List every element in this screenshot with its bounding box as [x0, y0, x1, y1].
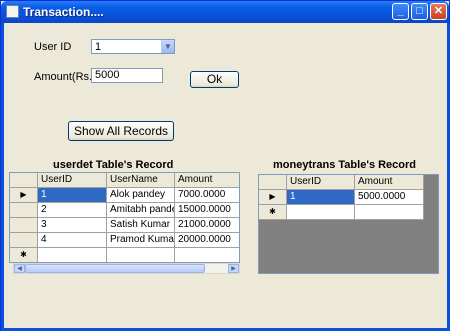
scroll-right-icon[interactable]: ▶ [228, 264, 239, 273]
grid-corner-header [10, 173, 38, 188]
moneytrans-grid-title: moneytrans Table's Record [273, 159, 417, 171]
amount-label: Amount(Rs.) [34, 71, 96, 83]
table-cell[interactable]: 2 [38, 203, 107, 218]
row-header[interactable] [10, 233, 38, 248]
window-frame-left [1, 23, 4, 331]
table-cell[interactable]: 7000.0000 [175, 188, 239, 203]
table-cell[interactable]: 15000.0000 [175, 203, 239, 218]
transaction-window: Transaction.... _ □ ✕ User ID 1 ▼ Amount… [0, 0, 450, 331]
table-cell[interactable]: 4 [38, 233, 107, 248]
new-row-cell[interactable] [287, 205, 355, 220]
horizontal-scrollbar[interactable]: ◀ ▶ [13, 263, 240, 274]
new-row-cell[interactable] [175, 248, 239, 262]
table-cell[interactable]: Alok pandey [107, 188, 175, 203]
new-row-icon[interactable]: ✱ [10, 248, 38, 262]
table-cell[interactable]: 20000.0000 [175, 233, 239, 248]
userid-label: User ID [34, 41, 72, 53]
table-cell[interactable]: Pramod Kumar [107, 233, 175, 248]
column-header[interactable]: UserID [38, 173, 107, 188]
ok-button[interactable]: Ok [190, 71, 239, 88]
current-row-icon[interactable]: ▶ [10, 188, 38, 203]
column-header[interactable]: Amount [175, 173, 239, 188]
column-header[interactable]: Amount [355, 175, 424, 190]
new-row-cell[interactable] [107, 248, 175, 262]
current-row-icon[interactable]: ▶ [259, 190, 287, 205]
table-cell[interactable]: 5000.0000 [355, 190, 424, 205]
userdet-grid[interactable]: UserID UserName Amount ▶ 1 Alok pandey 7… [9, 172, 240, 263]
column-header[interactable]: UserID [287, 175, 355, 190]
close-button[interactable]: ✕ [430, 3, 447, 20]
new-row-cell[interactable] [38, 248, 107, 262]
new-row-cell[interactable] [355, 205, 424, 220]
app-icon [6, 5, 19, 18]
table-cell[interactable]: 21000.0000 [175, 218, 239, 233]
show-all-records-button[interactable]: Show All Records [68, 121, 174, 141]
table-cell[interactable]: Amitabh pandey [107, 203, 175, 218]
minimize-button[interactable]: _ [392, 3, 409, 20]
userid-select[interactable]: 1 ▼ [91, 39, 175, 54]
new-row-icon[interactable]: ✱ [259, 205, 287, 220]
scroll-left-icon[interactable]: ◀ [14, 264, 25, 273]
column-header[interactable]: UserName [107, 173, 175, 188]
amount-input[interactable]: 5000 [91, 68, 163, 83]
window-title: Transaction.... [23, 5, 104, 19]
moneytrans-grid[interactable]: UserID Amount ▶ 1 5000.0000 ✱ [258, 174, 439, 274]
table-cell[interactable]: 1 [287, 190, 355, 205]
chevron-down-icon[interactable]: ▼ [161, 40, 174, 53]
scrollbar-thumb[interactable] [25, 264, 205, 273]
table-cell[interactable]: 3 [38, 218, 107, 233]
table-cell[interactable]: Satish Kumar [107, 218, 175, 233]
grid-corner-header [259, 175, 287, 190]
userdet-grid-title: userdet Table's Record [53, 159, 174, 171]
table-cell[interactable]: 1 [38, 188, 107, 203]
maximize-button[interactable]: □ [411, 3, 428, 20]
userid-selected-value: 1 [95, 41, 102, 53]
row-header[interactable] [10, 218, 38, 233]
title-bar[interactable]: Transaction.... _ □ ✕ [1, 1, 449, 23]
row-header[interactable] [10, 203, 38, 218]
